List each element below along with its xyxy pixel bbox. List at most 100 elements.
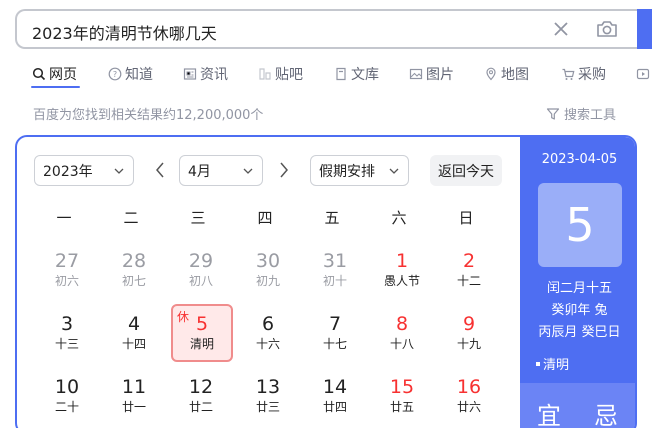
calendar-day[interactable]: 6 十六 [238,310,298,368]
close-icon[interactable] [551,19,571,39]
day-number: 15 [389,376,415,398]
filter-icon [546,107,560,120]
chevron-down-icon [243,168,253,174]
day-lunar: 十六 [255,337,280,351]
search-button[interactable] [637,9,652,49]
tab-news[interactable]: 资讯 [183,62,228,86]
chevron-down-icon [114,168,124,174]
calendar-day[interactable]: 1 愚人节 [372,247,432,305]
weekday-label: 四 [257,209,273,227]
calendar-day[interactable]: 13 廿三 [238,373,298,428]
calendar-day[interactable]: 28 初七 [104,247,164,305]
tab-video[interactable] [636,62,650,86]
calendar-day[interactable]: 27 初六 [37,247,97,305]
day-number: 7 [328,313,342,335]
day-number: 29 [188,250,214,272]
tab-purchase[interactable]: 采购 [561,62,606,86]
news-icon [183,68,197,80]
day-number: 3 [60,313,74,335]
day-number: 28 [121,250,147,272]
day-lunar: 十九 [456,337,481,351]
search-input[interactable]: 2023年的清明节休哪几天 [32,20,217,44]
bullet-icon [536,361,540,366]
weekday-label: 六 [391,209,407,227]
day-number: 30 [255,250,281,272]
question-icon: ? [108,67,122,81]
holiday-select-value: 假期安排 [319,163,375,180]
doc-icon [336,67,346,81]
calendar-day[interactable]: 16 廿六 [439,373,499,428]
day-lunar: 廿六 [456,400,481,414]
day-lunar: 廿三 [255,400,280,414]
year-select-value: 2023年 [43,163,93,180]
day-number: 31 [322,250,348,272]
calendar-day[interactable]: 15 廿五 [372,373,432,428]
weekday-label: 三 [190,209,206,227]
day-number: 6 [261,313,275,335]
calendar-day[interactable]: 10 二十 [37,373,97,428]
calendar-day[interactable]: 12 廿二 [171,373,231,428]
calendar-day[interactable]: 31 初十 [305,247,365,305]
svg-text:?: ? [113,70,117,79]
calendar-day-selected[interactable]: 休 5 清明 [171,304,233,362]
search-icon [32,67,46,81]
day-lunar: 初九 [255,274,280,288]
next-month-arrow[interactable] [277,161,291,179]
day-lunar: 廿一 [121,400,146,414]
prev-month-arrow[interactable] [153,161,167,179]
calendar-day[interactable]: 14 廿四 [305,373,365,428]
day-number: 11 [121,376,147,398]
day-number: 27 [54,250,80,272]
tab-label: 地图 [501,67,529,83]
day-lunar: 初八 [188,274,213,288]
date-detail-panel: 2023-04-05 5 闰二月十五 癸卯年 兔 丙辰月 癸巳日 清明 宜 忌 [520,137,635,428]
weekday-label: 一 [56,209,72,227]
tab-label: 知道 [125,67,153,83]
calendar-day[interactable]: 30 初九 [238,247,298,305]
tab-zhidao[interactable]: ? 知道 [108,62,153,86]
ji-label: 忌 [594,402,618,428]
day-lunar: 愚人节 [383,274,420,288]
month-select[interactable]: 4月 [179,155,263,186]
day-lunar: 初七 [121,274,146,288]
day-lunar: 十二 [456,274,481,288]
tab-web[interactable]: 网页 [32,62,77,86]
calendar-day[interactable]: 4 十四 [104,310,164,368]
year-ganzhi: 癸卯年 兔 [551,303,608,318]
year-select[interactable]: 2023年 [34,155,134,186]
festival-tag: 清明 [536,354,569,373]
tab-tieba[interactable]: 贴吧 [258,62,303,86]
selected-day-number: 5 [538,183,622,267]
calendar-day[interactable]: 7 十七 [305,310,365,368]
search-tools-button[interactable]: 搜索工具 [546,104,616,123]
lunar-date: 闰二月十五 [546,281,612,296]
day-number: 1 [395,250,409,272]
weekday-header: 一 二 三 四 五 六 日 [34,207,504,227]
calendar-day[interactable]: 11 廿一 [104,373,164,428]
cart-icon [562,68,575,80]
day-number: 12 [188,376,214,398]
day-lunar: 廿五 [389,400,414,414]
result-count: 百度为您找到相关结果约12,200,000个 [33,108,264,123]
camera-icon[interactable] [595,17,619,41]
day-lunar: 清明 [189,337,214,351]
day-lunar: 十七 [322,337,347,351]
calendar-day[interactable]: 29 初八 [171,247,231,305]
day-number: 14 [322,376,348,398]
calendar-day[interactable]: 2 十二 [439,247,499,305]
weekday-label: 日 [458,209,474,227]
calendar-day[interactable]: 8 十八 [372,310,432,368]
tab-images[interactable]: 图片 [409,62,454,86]
tab-label: 网页 [49,67,77,83]
day-number: 2 [462,250,476,272]
tab-wenku[interactable]: 文库 [334,62,379,86]
calendar-day[interactable]: 9 十九 [439,310,499,368]
tab-label: 采购 [578,67,606,83]
calendar-day[interactable]: 3 十三 [37,310,97,368]
holiday-select[interactable]: 假期安排 [310,155,409,186]
weekday-label: 五 [324,209,340,227]
return-today-button[interactable]: 返回今天 [430,155,502,186]
holiday-badge: 休 [177,310,190,324]
tab-map[interactable]: 地图 [484,62,529,86]
search-box[interactable]: 2023年的清明节休哪几天 [15,9,637,49]
